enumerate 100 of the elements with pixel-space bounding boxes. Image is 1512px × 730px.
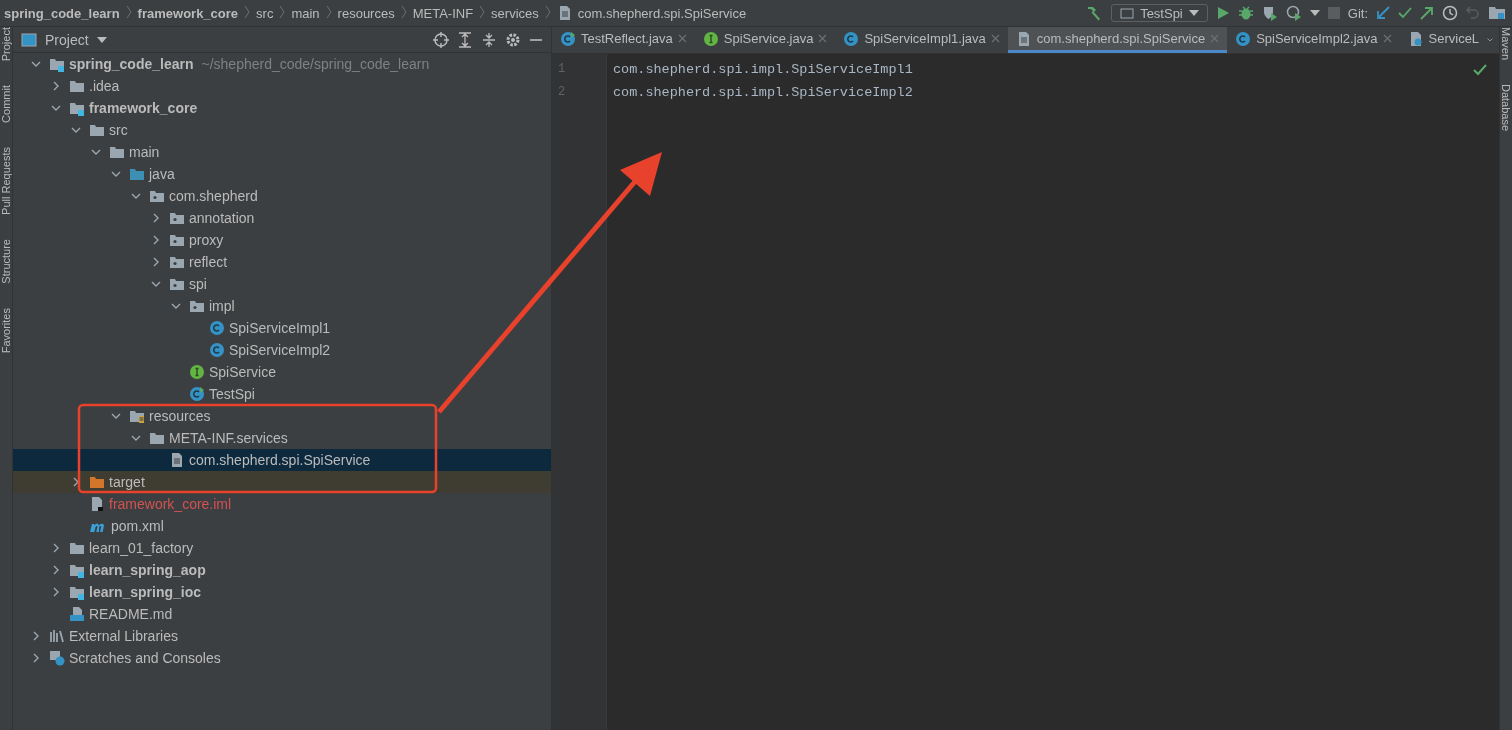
breadcrumb[interactable]: resources <box>333 5 399 21</box>
tree-row[interactable]: reflect <box>13 251 551 273</box>
tree-row[interactable]: Scratches and Consoles <box>13 647 551 669</box>
tree-row[interactable]: README.md <box>13 603 551 625</box>
tree-row[interactable]: com.shepherd.spi.SpiService <box>13 449 551 471</box>
chevron-down-icon[interactable] <box>31 59 41 69</box>
editor-tab[interactable]: SpiServiceImpl1.java <box>835 27 1008 53</box>
tree-row[interactable]: learn_spring_ioc <box>13 581 551 603</box>
breadcrumb-separator-icon <box>325 4 332 19</box>
tree-row[interactable]: target <box>13 471 551 493</box>
tree-row[interactable]: proxy <box>13 229 551 251</box>
chevron-down-icon[interactable] <box>131 191 141 201</box>
tree-row[interactable]: framework_core <box>13 97 551 119</box>
run-icon[interactable] <box>1215 6 1230 20</box>
clock-icon[interactable] <box>1442 5 1458 21</box>
chevron-right-icon[interactable] <box>51 81 61 91</box>
tree-item-label: SpiServiceImpl2 <box>229 342 331 358</box>
chevron-right-icon[interactable] <box>71 477 81 487</box>
markdown-file-icon <box>69 606 85 622</box>
checkmark-icon[interactable] <box>1398 6 1412 20</box>
run-configuration-dropdown[interactable]: TestSpi <box>1111 4 1208 22</box>
tool-window-tab[interactable]: Pull Requests <box>0 147 12 215</box>
tree-item-label: learn_spring_aop <box>89 562 206 578</box>
chevron-right-icon[interactable] <box>51 565 61 575</box>
breadcrumb[interactable]: main <box>287 5 324 21</box>
tree-row[interactable]: learn_01_factory <box>13 537 551 559</box>
chevron-right-icon[interactable] <box>51 587 61 597</box>
tree-row[interactable]: src <box>13 119 551 141</box>
editor-tab[interactable]: SpiService.java <box>694 27 836 53</box>
tree-row[interactable]: META-INF.services <box>13 427 551 449</box>
chevron-right-icon[interactable] <box>51 543 61 553</box>
profiler-icon[interactable] <box>1285 5 1302 21</box>
tool-window-tab[interactable]: Project <box>0 27 12 62</box>
chevron-down-icon[interactable] <box>71 125 81 135</box>
chevron-right-icon[interactable] <box>31 631 41 641</box>
breadcrumb[interactable]: com.shepherd.spi.SpiService <box>552 5 751 21</box>
chevron-right-icon[interactable] <box>151 235 161 245</box>
tree-row[interactable]: resources <box>13 405 551 427</box>
tree-row[interactable]: External Libraries <box>13 625 551 647</box>
tree-row[interactable]: SpiServiceImpl2 <box>13 339 551 361</box>
chevron-down-icon[interactable] <box>91 147 101 157</box>
package-folder-icon <box>169 276 185 292</box>
chevron-down-icon[interactable] <box>111 169 121 179</box>
chevron-down-icon[interactable] <box>151 279 161 289</box>
push-arrow-icon[interactable] <box>1420 6 1434 20</box>
crosshair-icon[interactable] <box>433 31 449 48</box>
panel-title[interactable]: Project <box>45 31 89 48</box>
tree-row[interactable]: SpiServiceImpl1 <box>13 317 551 339</box>
editor-tab[interactable]: ServiceL <box>1399 27 1488 53</box>
breadcrumb[interactable]: spring_code_learn <box>0 5 124 21</box>
collapse-all-icon[interactable] <box>481 31 497 48</box>
tree-row[interactable]: com.shepherd <box>13 185 551 207</box>
expand-all-icon[interactable] <box>457 31 473 48</box>
chevron-right-icon[interactable] <box>31 653 41 663</box>
chevron-down-icon[interactable] <box>131 433 141 443</box>
tool-window-tab[interactable]: Structure <box>0 239 12 284</box>
chevron-down-icon[interactable] <box>171 301 181 311</box>
tree-row[interactable]: .idea <box>13 75 551 97</box>
editor-tab[interactable]: TestReflect.java <box>552 27 695 53</box>
caret-icon[interactable] <box>1309 10 1320 16</box>
tool-window-tab[interactable]: Maven <box>1500 27 1512 61</box>
chevron-down-icon[interactable] <box>111 411 121 421</box>
breadcrumb[interactable]: src <box>252 5 278 21</box>
class-icon <box>209 342 225 358</box>
tree-row[interactable]: java <box>13 163 551 185</box>
update-arrow-icon[interactable] <box>1376 6 1390 20</box>
breadcrumb[interactable]: services <box>487 5 543 21</box>
editor-tab[interactable]: com.shepherd.spi.SpiService <box>1007 27 1228 53</box>
tree-row[interactable]: spring_code_learn ~/shepherd_code/spring_code_learn <box>13 53 551 75</box>
class-icon <box>560 30 576 47</box>
tree-row[interactable]: main <box>13 141 551 163</box>
tree-item-label: pom.xml <box>111 518 164 534</box>
interface-icon <box>702 30 719 47</box>
checkmark-icon <box>1473 64 1487 76</box>
tree-row[interactable]: impl <box>13 295 551 317</box>
tool-window-tab[interactable]: Database <box>1500 84 1512 132</box>
tool-window-tab[interactable]: Favorites <box>0 307 12 353</box>
coverage-icon[interactable] <box>1261 5 1278 21</box>
chevron-down-icon[interactable] <box>51 103 61 113</box>
breadcrumb[interactable]: framework_core <box>133 5 243 21</box>
gear-icon[interactable] <box>505 31 521 48</box>
caret-icon[interactable] <box>96 36 107 43</box>
tool-window-tab[interactable]: Commit <box>0 85 12 124</box>
tree-row[interactable]: TestSpi <box>13 383 551 405</box>
chevron-right-icon[interactable] <box>151 213 161 223</box>
project-structure-icon[interactable] <box>1488 5 1506 21</box>
tree-row[interactable]: SpiService <box>13 361 551 383</box>
tree-item-label: proxy <box>189 232 224 248</box>
tree-row[interactable]: learn_spring_aop <box>13 559 551 581</box>
chevron-right-icon[interactable] <box>151 257 161 267</box>
libraries-icon <box>49 628 65 644</box>
tree-row[interactable]: spi <box>13 273 551 295</box>
tree-row[interactable]: pom.xml <box>13 515 551 537</box>
bug-icon[interactable] <box>1237 5 1254 21</box>
breadcrumb-separator-icon <box>279 4 286 19</box>
breadcrumb[interactable]: META-INF <box>408 5 478 21</box>
tree-row[interactable]: annotation <box>13 207 551 229</box>
tree-item-label: META-INF.services <box>169 430 288 446</box>
undo-icon <box>1466 6 1480 20</box>
editor-tab[interactable]: SpiServiceImpl2.java <box>1227 27 1400 53</box>
